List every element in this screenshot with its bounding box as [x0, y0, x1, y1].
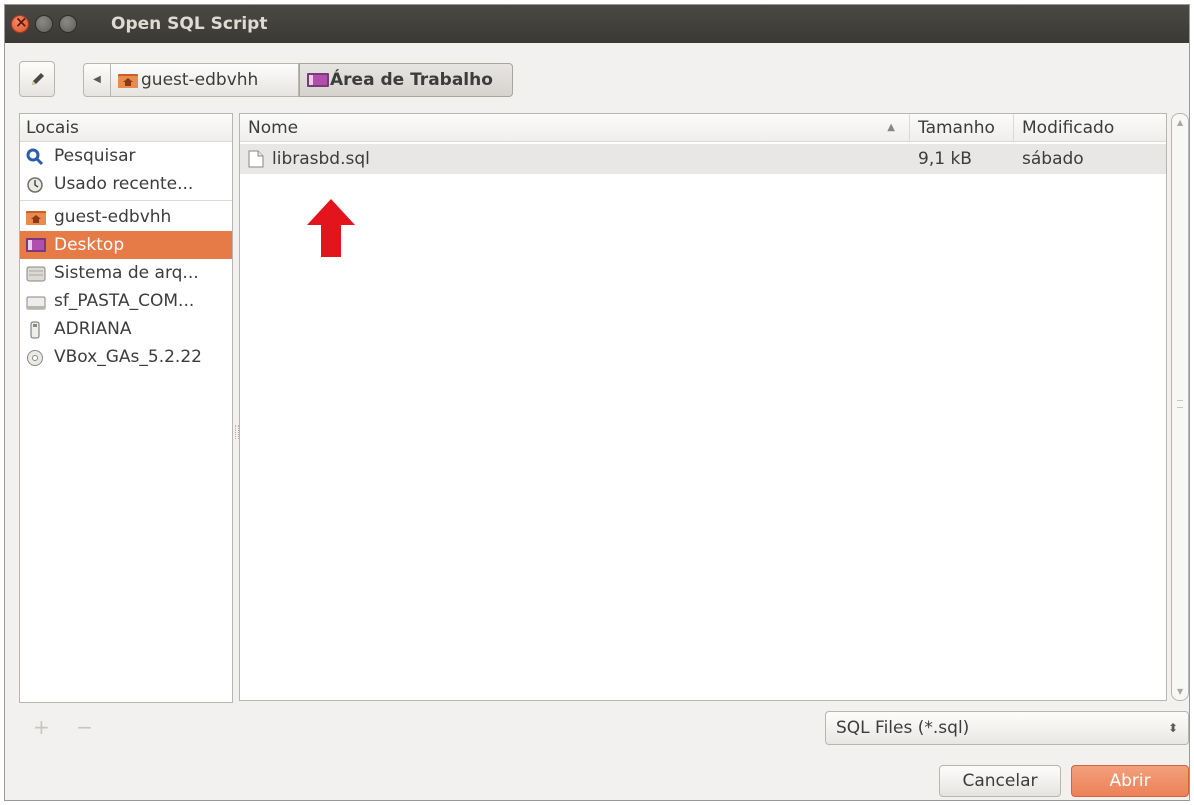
pencil-icon	[32, 73, 44, 85]
file-list: Nome ▲ Tamanho Modificado librasbd.sql 9…	[239, 113, 1167, 701]
place-label: guest-edbvhh	[54, 207, 172, 227]
bookmark-controls: + −	[33, 715, 113, 739]
open-sql-script-dialog: Open SQL Script ◀ guest-edbvhh Área de T…	[4, 4, 1190, 801]
file-size: 9,1 kB	[918, 149, 972, 169]
file-modified: sábado	[1022, 149, 1084, 169]
column-header-name[interactable]: Nome ▲	[240, 114, 910, 142]
places-separator	[20, 200, 232, 201]
drive-icon	[26, 266, 46, 282]
crumb-desktop[interactable]: Área de Trabalho	[299, 63, 513, 97]
recent-icon	[27, 177, 43, 193]
usb-drive-icon	[30, 321, 40, 339]
column-header-name-label: Nome	[248, 118, 299, 138]
crumb-home-folder[interactable]: guest-edbvhh	[111, 63, 299, 97]
file-type-filter-select[interactable]: SQL Files (*.sql) ⬍	[825, 711, 1189, 745]
red-annotation-arrow-icon	[307, 199, 355, 257]
crumb-home-label: guest-edbvhh	[141, 70, 259, 90]
search-icon	[26, 148, 44, 166]
places-header: Locais	[20, 114, 232, 142]
column-header-size[interactable]: Tamanho	[910, 114, 1014, 142]
scroll-grip-icon	[1177, 400, 1183, 408]
shared-folder-icon	[26, 296, 46, 310]
file-name: librasbd.sql	[272, 149, 370, 169]
scroll-up-icon: ▲	[1177, 118, 1184, 127]
open-button[interactable]: Abrir	[1071, 765, 1189, 797]
file-list-scrollbar[interactable]: ▲ ▼	[1171, 113, 1189, 701]
home-folder-icon	[26, 211, 46, 225]
path-back-arrow[interactable]: ◀	[83, 63, 111, 97]
sort-ascending-icon: ▲	[887, 122, 895, 133]
place-label: sf_PASTA_COM...	[54, 291, 195, 311]
cancel-button[interactable]: Cancelar	[939, 765, 1061, 797]
place-item-shared-folder[interactable]: sf_PASTA_COM...	[20, 287, 232, 315]
place-label: Sistema de arq...	[54, 263, 199, 283]
place-item-search[interactable]: Pesquisar	[20, 142, 232, 170]
place-item-filesystem[interactable]: Sistema de arq...	[20, 259, 232, 287]
title-bar: Open SQL Script	[5, 5, 1189, 43]
place-item-usb-drive[interactable]: ADRIANA	[20, 315, 232, 343]
close-window-button[interactable]	[11, 13, 29, 33]
place-item-home[interactable]: guest-edbvhh	[20, 203, 232, 231]
place-item-recent[interactable]: Usado recente...	[20, 170, 232, 198]
home-folder-icon	[118, 74, 138, 88]
places-sidebar: Locais Pesquisar Usado recente... guest-…	[19, 113, 233, 703]
minimize-window-button[interactable]	[35, 15, 53, 33]
place-label: Desktop	[54, 235, 125, 255]
text-file-icon	[248, 150, 264, 168]
place-item-desktop[interactable]: Desktop	[20, 231, 232, 259]
place-item-optical-disc[interactable]: VBox_GAs_5.2.22	[20, 343, 232, 371]
window-title: Open SQL Script	[111, 14, 268, 34]
desktop-icon	[26, 238, 46, 252]
remove-bookmark-icon[interactable]: −	[76, 715, 93, 739]
column-header-modified[interactable]: Modificado	[1014, 114, 1166, 142]
scroll-down-icon: ▼	[1177, 687, 1184, 696]
desktop-folder-icon	[307, 73, 329, 87]
crumb-desktop-label: Área de Trabalho	[330, 70, 493, 90]
filter-selected-value: SQL Files (*.sql)	[836, 718, 970, 738]
place-label: Usado recente...	[54, 174, 194, 194]
type-location-button[interactable]	[19, 61, 55, 97]
place-label: VBox_GAs_5.2.22	[54, 347, 202, 367]
place-label: Pesquisar	[54, 146, 136, 166]
updown-chevron-icon: ⬍	[1167, 721, 1178, 735]
maximize-window-button[interactable]	[59, 15, 77, 33]
add-bookmark-icon[interactable]: +	[33, 715, 50, 739]
file-row[interactable]: librasbd.sql 9,1 kB sábado	[240, 144, 1166, 174]
place-label: ADRIANA	[54, 319, 132, 339]
optical-disc-icon	[27, 350, 43, 366]
